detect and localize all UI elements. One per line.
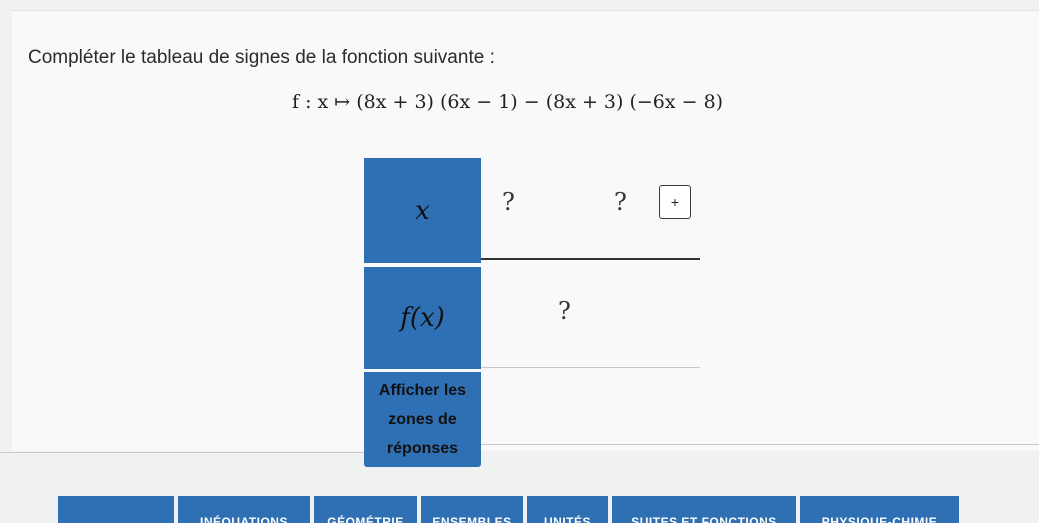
show-answer-zones-button[interactable]: Afficher les zones de réponses [364, 372, 481, 467]
x-label: x [415, 195, 430, 226]
reveal-line-3: réponses [386, 440, 459, 457]
bottom-nav: INÉQUATIONS GÉOMÉTRIE ENSEMBLES UNITÉS S… [0, 496, 1039, 523]
plus-infinity-button[interactable]: + [659, 185, 691, 219]
nav-item-physique-chimie[interactable]: PHYSIQUE-CHIMIE [796, 496, 959, 523]
x-value-input-1[interactable]: ? [502, 188, 515, 216]
nav-item-hidden[interactable] [54, 496, 174, 523]
nav-item-inequations[interactable]: INÉQUATIONS [174, 496, 310, 523]
page-separator-left [0, 452, 364, 453]
table-divider [481, 258, 700, 260]
exercise-card [12, 10, 1039, 451]
nav-item-unites[interactable]: UNITÉS [523, 496, 608, 523]
nav-item-suites-fonctions[interactable]: SUITES ET FONCTIONS [608, 496, 796, 523]
page-separator-right [481, 444, 1039, 445]
instruction-text: Compléter le tableau de signes de la fon… [28, 47, 495, 68]
x-value-input-2[interactable]: ? [614, 188, 627, 216]
reveal-line-2: zones de [388, 411, 457, 428]
x-header-cell: x [364, 158, 481, 263]
nav-item-ensembles[interactable]: ENSEMBLES [417, 496, 523, 523]
fx-sign-input[interactable]: ? [558, 297, 571, 325]
reveal-line-1: Afficher les [378, 382, 467, 399]
nav-spacer [0, 496, 54, 523]
fx-header-cell: f(x) [364, 267, 481, 369]
fx-label: f(x) [400, 303, 445, 333]
nav-item-geometrie[interactable]: GÉOMÉTRIE [310, 496, 417, 523]
function-formula: f : x ↦ (8x + 3) (6x − 1) − (8x + 3) (−6… [292, 91, 724, 113]
row-separator [481, 367, 700, 368]
